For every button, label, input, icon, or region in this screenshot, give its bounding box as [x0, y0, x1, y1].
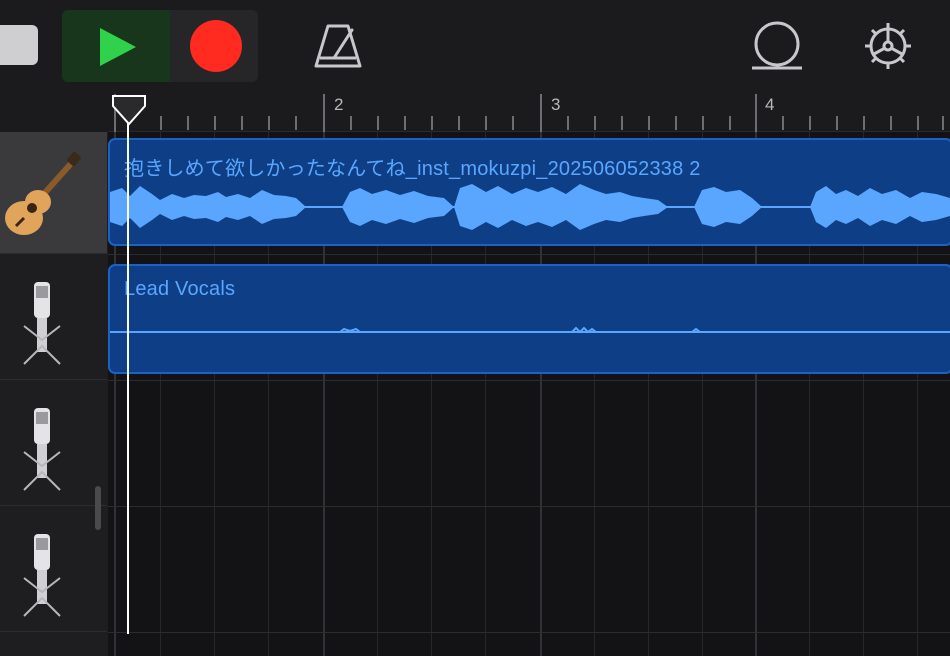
bar-number: 2 — [334, 95, 344, 114]
loop-browser-icon[interactable] — [748, 20, 806, 72]
timeline-ruler[interactable]: 1 2 3 4 — [108, 92, 950, 132]
track-header-guitar[interactable] — [0, 132, 107, 254]
microphone-icon — [23, 408, 61, 491]
acoustic-guitar-icon — [5, 152, 81, 235]
waveform — [110, 326, 950, 334]
playhead-handle[interactable] — [111, 94, 147, 128]
bar-number: 4 — [765, 95, 775, 114]
play-button[interactable] — [62, 10, 170, 82]
playhead-line — [127, 108, 129, 634]
bar-number: 3 — [551, 95, 561, 114]
track-header-mic-3[interactable] — [0, 380, 107, 506]
control-bar — [0, 0, 950, 92]
microphone-icon — [23, 534, 61, 617]
tracks-area[interactable]: 抱きしめて欲しかったなんてね_inst_mokuzpi_202506052338… — [108, 132, 950, 656]
ruler-corner — [0, 92, 108, 132]
track-header-mic-4[interactable] — [0, 506, 107, 632]
waveform — [110, 184, 950, 230]
track-headers — [0, 132, 108, 656]
stop-button[interactable] — [0, 25, 38, 65]
region-name: 抱きしめて欲しかったなんてね_inst_mokuzpi_202506052338… — [124, 158, 701, 180]
track-header-vocals[interactable] — [0, 254, 107, 380]
gear-icon[interactable] — [862, 20, 914, 72]
metronome-icon[interactable] — [312, 20, 364, 72]
region-name: Lead Vocals — [124, 278, 236, 300]
play-triangle-icon — [100, 28, 136, 66]
record-button[interactable] — [190, 20, 242, 72]
audio-region-lead-vocals[interactable]: Lead Vocals — [108, 264, 950, 374]
microphone-icon — [23, 282, 61, 365]
audio-region-instrumental[interactable]: 抱きしめて欲しかったなんてね_inst_mokuzpi_202506052338… — [108, 138, 950, 246]
header-scroll-indicator[interactable] — [95, 486, 101, 530]
